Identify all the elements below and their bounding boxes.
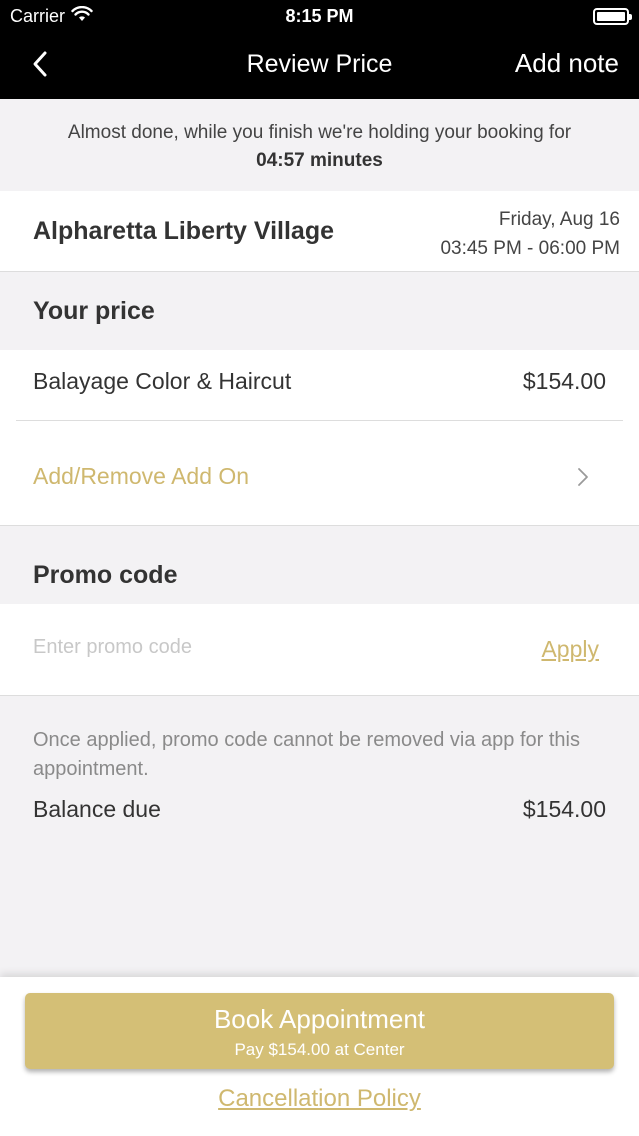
battery-icon — [593, 8, 632, 25]
balance-due-value: $154.00 — [522, 796, 606, 822]
promo-code-input[interactable] — [33, 636, 453, 659]
footer: Book Appointment Pay $154.00 at Center C… — [0, 977, 639, 1136]
salon-name: Alpharetta Liberty Village — [33, 217, 335, 245]
cancellation-policy-link[interactable]: Cancellation Policy — [218, 1085, 421, 1112]
status-bar: Carrier 8:15 PM — [0, 0, 639, 34]
hold-message: Almost done, while you finish we're hold… — [67, 122, 572, 143]
top-bar: Carrier 8:15 PM Review Price Add note — [0, 0, 639, 99]
promo-card: Apply — [0, 604, 639, 696]
appointment-date: Friday, Aug 16 — [498, 209, 620, 230]
hold-banner: Almost done, while you finish we're hold… — [0, 99, 639, 191]
book-appointment-sublabel: Pay $154.00 at Center — [234, 1040, 405, 1059]
add-remove-addon-row[interactable]: Add/Remove Add On — [0, 421, 639, 526]
book-appointment-button[interactable]: Book Appointment Pay $154.00 at Center — [25, 993, 614, 1069]
promo-note: Once applied, promo code cannot be remov… — [33, 729, 580, 780]
salon-card: Alpharetta Liberty Village Friday, Aug 1… — [0, 191, 639, 272]
appointment-datetime: Friday, Aug 16 03:45 PM - 06:00 PM — [440, 205, 620, 263]
navigation-bar: Review Price Add note — [0, 34, 639, 99]
service-name: Balayage Color & Haircut — [33, 368, 292, 394]
book-appointment-label: Book Appointment — [213, 1004, 426, 1034]
balance-due-label: Balance due — [33, 796, 161, 822]
service-price: $154.00 — [522, 368, 606, 394]
promo-section-heading: Promo code — [33, 561, 178, 589]
price-section-heading: Your price — [33, 297, 155, 325]
price-card: Balayage Color & Haircut $154.00 Add/Rem… — [0, 350, 639, 526]
add-note-button[interactable]: Add note — [515, 48, 619, 79]
cancellation-policy-link-container: Cancellation Policy — [0, 1085, 639, 1113]
addon-label: Add/Remove Add On — [33, 463, 250, 489]
hold-countdown: 04:57 minutes — [256, 150, 383, 171]
chevron-right-icon — [577, 467, 589, 492]
service-row: Balayage Color & Haircut $154.00 — [0, 350, 639, 420]
apply-button[interactable]: Apply — [541, 636, 599, 663]
status-time: 8:15 PM — [285, 6, 354, 26]
appointment-time-range: 03:45 PM - 06:00 PM — [440, 238, 620, 259]
